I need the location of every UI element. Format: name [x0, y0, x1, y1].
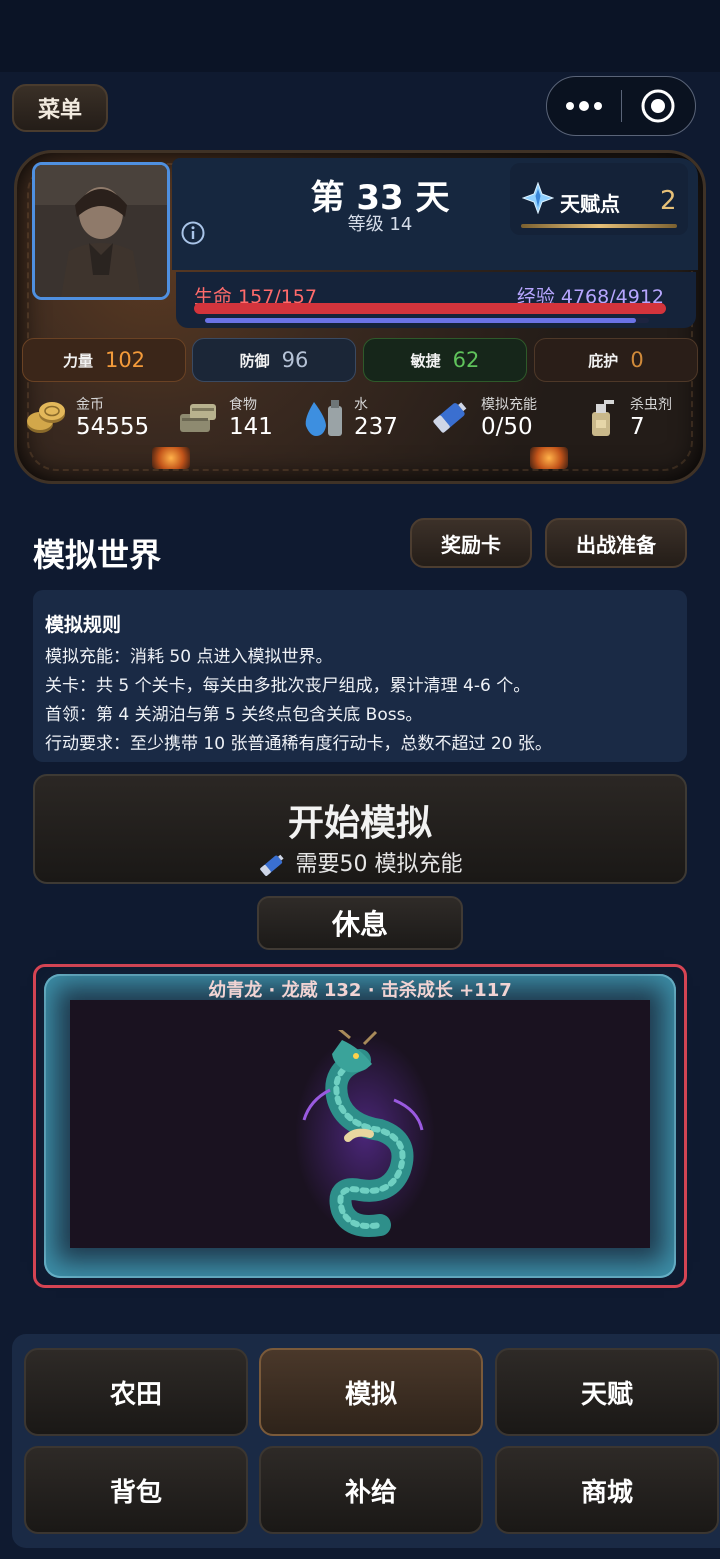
start-simulation-button[interactable]: 开始模拟 需要50 模拟充能	[33, 774, 687, 884]
food-crate-icon	[176, 396, 220, 438]
stat-value: 102	[104, 348, 146, 372]
battery-icon	[428, 396, 472, 438]
xp-bar-fill	[205, 318, 637, 323]
panel-lamp-left	[152, 447, 190, 469]
talent-points-value: 2	[660, 186, 677, 216]
resource-label: 杀虫剂	[630, 397, 672, 413]
nav-talent[interactable]: 天赋	[495, 1348, 719, 1436]
rules-panel: 模拟规则 模拟充能：消耗 50 点进入模拟世界。 关卡：共 5 个关卡，每关由多…	[33, 590, 687, 762]
stat-value: 62	[452, 348, 480, 372]
resource-pesticide: 杀虫剂 7	[584, 392, 694, 442]
section-title: 模拟世界	[33, 536, 162, 574]
start-requirement-text: 需要50 模拟充能	[295, 852, 463, 877]
mini-program-capsule	[546, 76, 696, 136]
talent-points-label: 天赋点	[560, 192, 620, 216]
stat-agility: 敏捷 62	[363, 338, 527, 382]
resource-sim-charge: 模拟充能 0/50	[428, 392, 558, 442]
stat-label: 力量	[62, 351, 93, 370]
level-label: 等级 14	[347, 214, 413, 235]
stat-value: 0	[630, 348, 644, 372]
stat-shelter: 庇护 0	[534, 338, 698, 382]
resource-value: 0/50	[481, 414, 533, 440]
stat-value: 96	[281, 348, 309, 372]
panel-lamp-right	[530, 447, 568, 469]
stat-strength: 力量 102	[22, 338, 186, 382]
menu-button[interactable]: 菜单	[12, 84, 108, 132]
start-requirement: 需要50 模拟充能	[35, 846, 685, 878]
resource-water: 水 237	[302, 392, 412, 442]
nav-supply[interactable]: 补给	[259, 1446, 483, 1534]
resource-label: 食物	[229, 397, 257, 413]
avatar[interactable]	[32, 162, 170, 300]
resource-gold: 金币 54555	[24, 392, 154, 442]
xp-bar	[205, 318, 649, 323]
nav-backpack[interactable]: 背包	[24, 1446, 248, 1534]
talent-underline	[521, 224, 677, 228]
hp-bar	[194, 303, 666, 314]
hp-bar-fill	[194, 303, 666, 314]
resource-label: 模拟充能	[481, 397, 537, 413]
nav-simulate[interactable]: 模拟	[259, 1348, 483, 1436]
stat-defense: 防御 96	[192, 338, 356, 382]
stat-label: 庇护	[588, 351, 619, 370]
spray-bottle-icon	[584, 396, 618, 438]
nav-shop[interactable]: 商城	[495, 1446, 719, 1534]
resource-value: 141	[229, 414, 273, 440]
start-label: 开始模拟	[287, 803, 432, 844]
rule-line: 行动要求：至少携带 10 张普通稀有度行动卡，总数不超过 20 张。	[45, 734, 552, 754]
coins-icon	[24, 396, 68, 438]
rule-line: 模拟充能：消耗 50 点进入模拟世界。	[45, 647, 333, 667]
rule-line: 首领：第 4 关湖泊与第 5 关终点包含关底 Boss。	[45, 705, 423, 725]
resource-label: 金币	[76, 397, 104, 413]
battle-prep-button[interactable]: 出战准备	[545, 518, 687, 568]
stat-label: 敏捷	[410, 351, 441, 370]
nav-farm[interactable]: 农田	[24, 1348, 248, 1436]
resource-value: 54555	[76, 414, 150, 440]
status-bar	[0, 0, 720, 72]
target-circle-icon[interactable]	[622, 77, 696, 135]
resource-food: 食物 141	[176, 392, 286, 442]
battery-icon	[258, 854, 286, 876]
resource-label: 水	[354, 397, 368, 413]
crystal-icon	[521, 181, 555, 215]
resource-value: 237	[354, 414, 398, 440]
rest-button[interactable]: 休息	[257, 896, 463, 950]
rules-title: 模拟规则	[45, 614, 122, 636]
resource-value: 7	[630, 414, 645, 440]
more-dots-icon[interactable]	[547, 77, 621, 135]
dragon-icon	[290, 1026, 440, 1240]
info-icon[interactable]	[181, 221, 205, 245]
water-icon	[302, 396, 346, 438]
reward-card-button[interactable]: 奖励卡	[410, 518, 532, 568]
stat-label: 防御	[239, 351, 270, 370]
boss-caption: 幼青龙 · 龙威 132 · 击杀成长 +117	[208, 980, 512, 1001]
rule-line: 关卡：共 5 个关卡，每关由多批次丧尸组成，累计清理 4-6 个。	[45, 676, 531, 696]
